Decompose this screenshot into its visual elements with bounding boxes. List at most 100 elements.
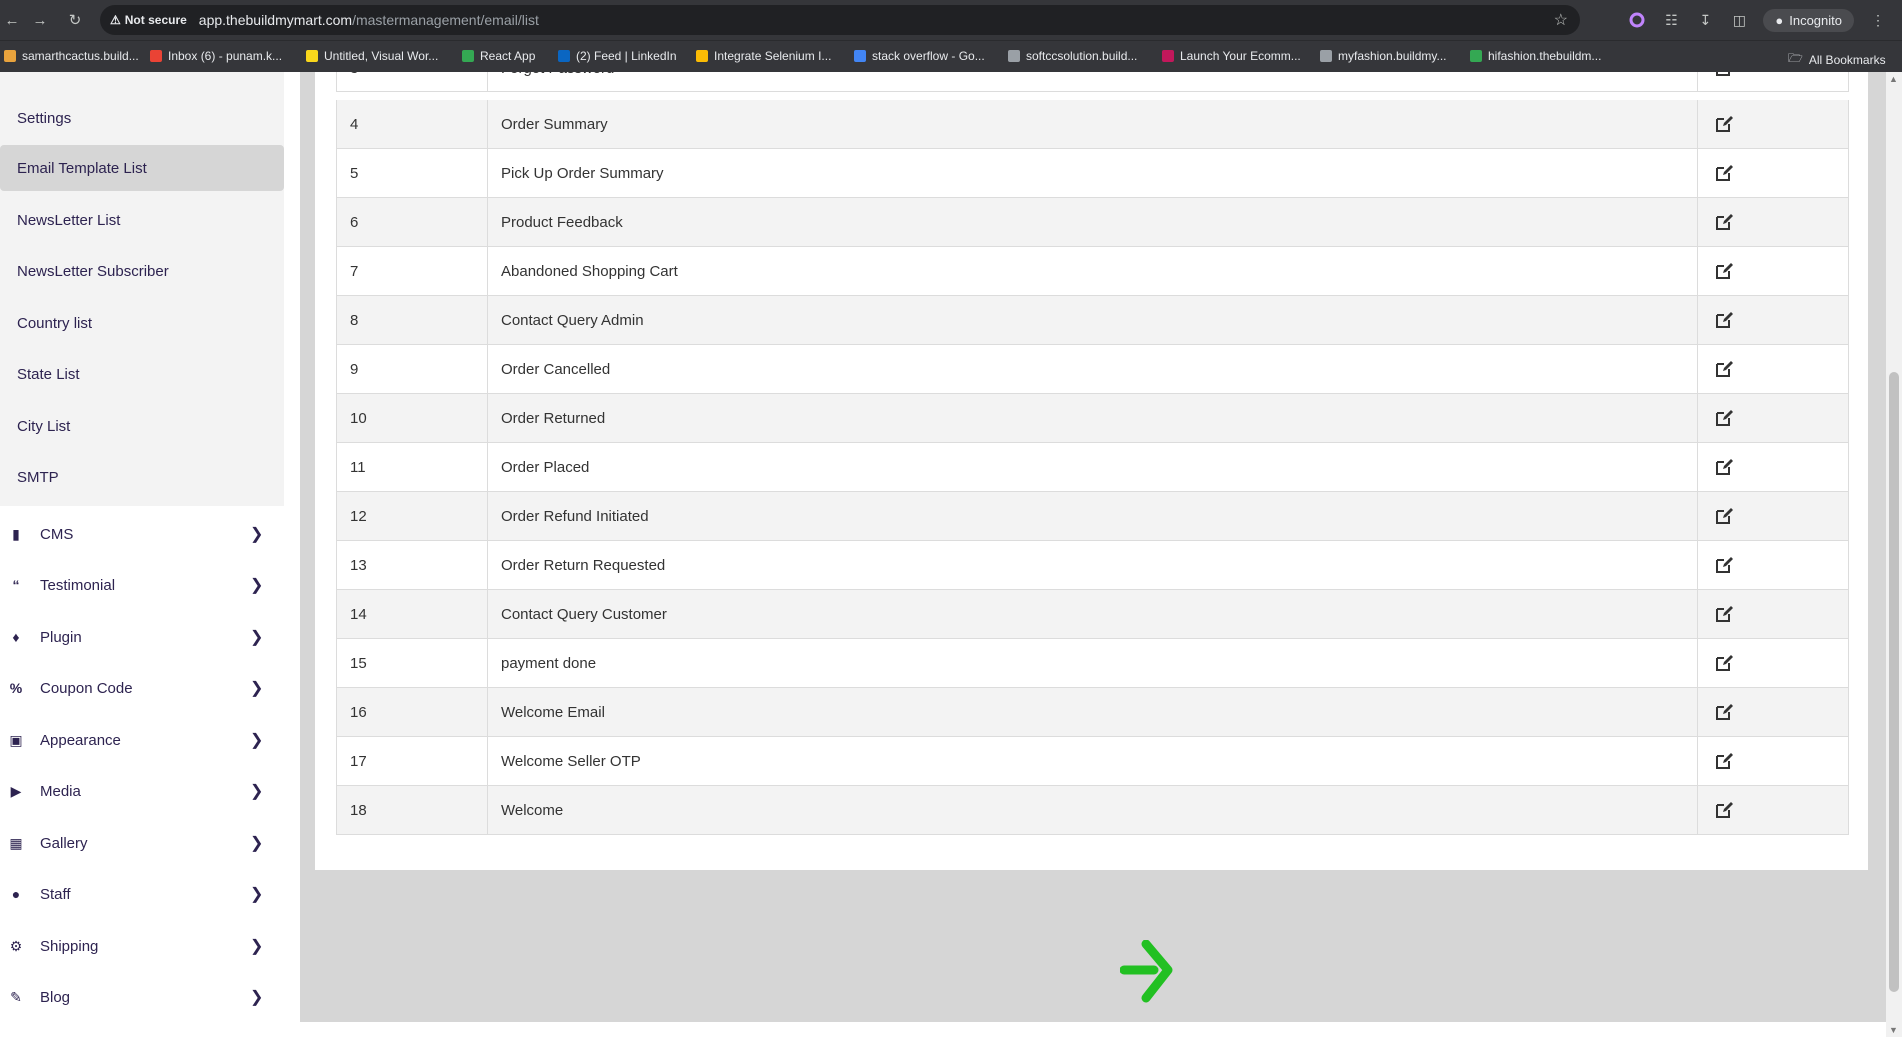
scroll-thumb[interactable] [1889,372,1899,992]
sidebar-item-coupon-code[interactable]: % Coupon Code ❯ [0,668,284,708]
scroll-up-icon[interactable]: ▲ [1889,74,1898,84]
user-icon: ● [11,886,21,902]
not-secure-badge[interactable]: ⚠ Not secure [110,13,199,27]
bookmark-favicon-icon [306,50,318,62]
edit-icon[interactable] [1714,751,1734,771]
edit-icon[interactable] [1714,604,1734,624]
bookmark-item[interactable]: Integrate Selenium I... [696,49,831,63]
url-text: app.thebuildmymart.com/mastermanagement/… [198,12,539,28]
reload-icon[interactable]: ↻ [63,8,87,32]
bookmark-item[interactable]: stack overflow - Go... [854,49,985,63]
scroll-down-icon[interactable]: ▼ [1889,1025,1898,1035]
bookmark-star-icon[interactable]: ☆ [1554,10,1568,30]
address-bar[interactable]: ⚠ Not secure app.thebuildmymart.com/mast… [100,5,1580,35]
all-bookmarks[interactable]: 🗁 All Bookmarks [1788,49,1886,70]
page-scrollbar[interactable]: ▲ ▼ [1886,72,1902,1037]
extension-color-icon[interactable] [1627,10,1647,30]
chevron-right-icon: ❯ [250,886,264,903]
sidebar-item-smtp[interactable]: SMTP [0,454,284,500]
edit-icon[interactable] [1714,653,1734,673]
sidebar-item-newsletter-list[interactable]: NewsLetter List [0,197,284,243]
edit-icon[interactable] [1714,359,1734,379]
edit-icon[interactable] [1714,114,1734,134]
bookmark-item[interactable]: Inbox (6) - punam.k... [150,49,282,63]
row-number-cell: 16 [337,688,488,736]
bookmark-item[interactable]: softccsolution.build... [1008,49,1137,63]
edit-icon[interactable] [1714,310,1734,330]
incognito-badge[interactable]: ● Incognito [1763,8,1854,32]
action-cell [1698,149,1848,197]
edit-icon[interactable] [1714,506,1734,526]
sidebar-item-settings[interactable]: Settings [0,95,284,141]
row-number-cell: 11 [337,443,488,491]
action-cell [1698,541,1848,589]
sidebar-item-country-list[interactable]: Country list [0,300,284,346]
table-row: 15 payment done [336,639,1849,688]
extensions-puzzle-icon[interactable]: ☷ [1661,10,1681,30]
sidebar-item-testimonial[interactable]: “ Testimonial ❯ [0,565,284,605]
chevron-right-icon: ❯ [250,835,264,852]
edit-icon[interactable] [1714,800,1734,820]
pen-icon: ✎ [10,988,22,1005]
sidebar-item-newsletter-subscriber[interactable]: NewsLetter Subscriber [0,248,284,294]
google-icon [854,50,866,62]
action-cell [1698,296,1848,344]
edit-icon[interactable] [1714,457,1734,477]
template-name-cell: Order Cancelled [488,345,1698,393]
edit-icon[interactable] [1714,212,1734,232]
bookmark-favicon-icon [696,50,708,62]
bookmark-item[interactable]: myfashion.buildmy... [1320,49,1447,63]
action-cell [1698,198,1848,246]
template-name-cell: Order Refund Initiated [488,492,1698,540]
row-number-cell: 12 [337,492,488,540]
table-row: 10 Order Returned [336,394,1849,443]
edit-icon[interactable] [1714,555,1734,575]
green-arrow-icon [1120,940,1173,1003]
bookmark-favicon-icon [1162,50,1174,62]
bookmark-item[interactable]: React App [462,49,535,63]
edit-icon[interactable] [1714,72,1734,78]
linkedin-icon [558,50,570,62]
edit-icon[interactable] [1714,408,1734,428]
sidebar-item-state-list[interactable]: State List [0,351,284,397]
sidebar-item-appearance[interactable]: ▣ Appearance ❯ [0,720,284,760]
gmail-icon [150,50,162,62]
sidebar-item-media[interactable]: ▶ Media ❯ [0,771,284,811]
sidebar-item-city-list[interactable]: City List [0,403,284,449]
sidebar-item-plugin[interactable]: ♦ Plugin ❯ [0,617,284,657]
back-icon[interactable]: ← [0,8,24,32]
table-row: 6 Product Feedback [336,198,1849,247]
table-row: 4 Order Summary [336,100,1849,149]
bookmark-item[interactable]: hifashion.thebuildm... [1470,49,1601,63]
template-name-cell: Order Return Requested [488,541,1698,589]
forward-icon[interactable]: → [28,8,52,32]
sidebar-item-gallery[interactable]: ▦ Gallery ❯ [0,823,284,863]
edit-icon[interactable] [1714,261,1734,281]
download-icon[interactable]: ↧ [1695,10,1715,30]
action-cell [1698,443,1848,491]
chevron-right-icon: ❯ [250,526,264,543]
sidebar-item-staff[interactable]: ● Staff ❯ [0,874,284,914]
sidebar-item-blog[interactable]: ✎ Blog ❯ [0,977,284,1017]
sidebar-item-shipping[interactable]: ⚙ Shipping ❯ [0,926,284,966]
bookmark-item[interactable]: Untitled, Visual Wor... [306,49,438,63]
template-name-cell: Forgot Password [488,72,1698,91]
template-name-cell: Order Summary [488,100,1698,148]
more-menu-icon[interactable]: ⋮ [1868,10,1888,30]
globe-icon [1008,50,1020,62]
bookmark-item[interactable]: Launch Your Ecomm... [1162,49,1301,63]
edit-icon[interactable] [1714,702,1734,722]
sidebar-item-cms[interactable]: ▮ CMS ❯ [0,514,284,554]
side-panel-icon[interactable]: ◫ [1729,10,1749,30]
browser-toolbar: ← → ↻ ⚠ Not secure app.thebuildmymart.co… [0,0,1902,40]
template-name-cell: Welcome Email [488,688,1698,736]
bookmark-item[interactable]: (2) Feed | LinkedIn [558,49,677,63]
row-number-cell: 8 [337,296,488,344]
row-number-cell: 13 [337,541,488,589]
edit-icon[interactable] [1714,163,1734,183]
action-cell [1698,345,1848,393]
template-name-cell: Product Feedback [488,198,1698,246]
quote-icon: “ [12,577,20,593]
bookmark-item[interactable]: samarthcactus.build... [4,49,139,63]
sidebar-item-email-template-list[interactable]: Email Template List [0,145,284,191]
